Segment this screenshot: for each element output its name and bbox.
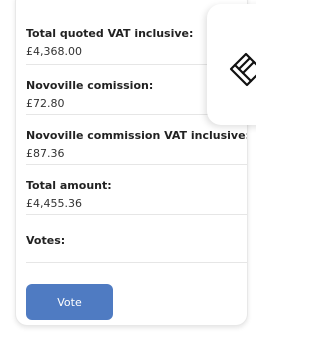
total-quoted-value: £4,368.00 [26, 45, 82, 58]
vote-button[interactable]: Vote [26, 284, 113, 320]
votes-label: Votes: [26, 234, 66, 247]
total-amount-value: £4,455.36 [26, 197, 82, 210]
votes-row: Votes: [26, 214, 247, 263]
commission-vat-label: Novoville commission VAT inclusive: [26, 129, 248, 142]
floating-icon-panel[interactable] [207, 4, 256, 125]
total-quoted-label: Total quoted VAT inclusive: [26, 27, 194, 40]
total-amount-label: Total amount: [26, 179, 112, 192]
commission-value: £72.80 [26, 97, 65, 110]
total-amount-row: Total amount: £4,455.36 [26, 164, 247, 215]
page: Total quoted VAT inclusive: £4,368.00 No… [0, 0, 256, 337]
hand-icon [229, 52, 256, 87]
commission-vat-value: £87.36 [26, 147, 65, 160]
commission-label: Novoville comission: [26, 79, 154, 92]
